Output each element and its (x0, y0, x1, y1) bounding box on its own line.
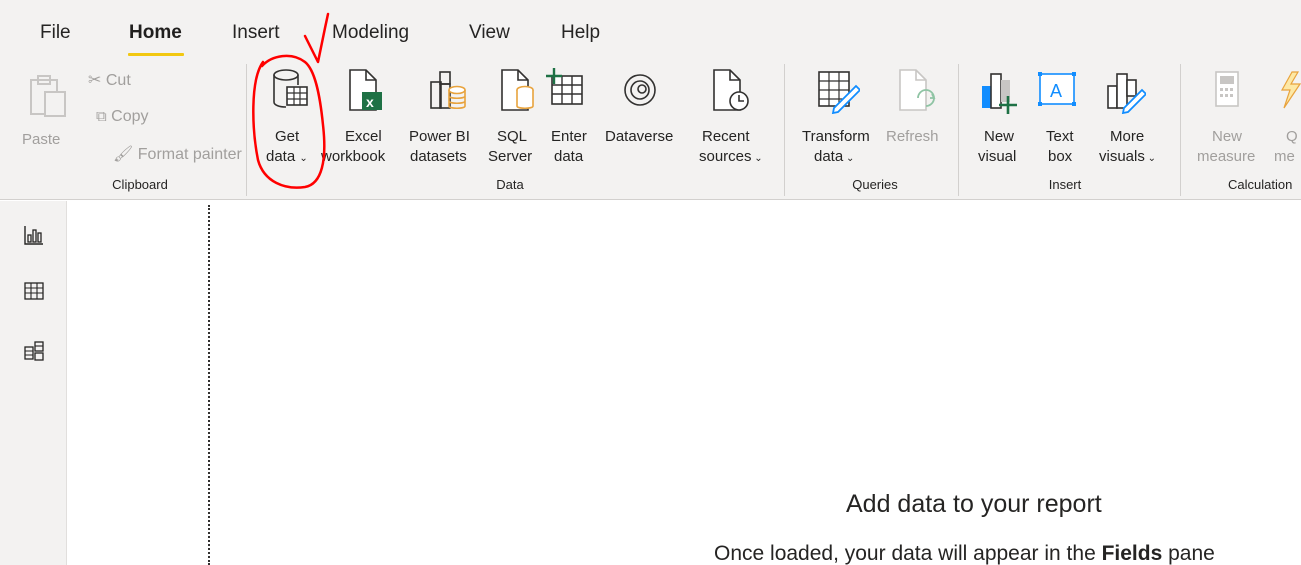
new-measure-label-line2: measure (1197, 148, 1256, 165)
quick-measure-button[interactable]: Q me (1266, 66, 1301, 170)
dataverse-label: Dataverse (605, 128, 674, 145)
format-painter-icon: 🖌 (113, 146, 134, 163)
empty-canvas-subtitle: Once loaded, your data will appear in th… (714, 542, 1215, 565)
get-data-button[interactable]: Get data ⌄ (260, 66, 322, 170)
database-icon (273, 69, 308, 108)
new-visual-icon (982, 73, 1017, 114)
tab-home[interactable]: Home (129, 22, 182, 44)
chevron-down-icon: ⌄ (1144, 153, 1157, 164)
paste-button[interactable]: Paste (18, 70, 78, 160)
ribbon: Paste ✂ Cut ⧉ Copy 🖌 Format painter Clip… (0, 60, 1301, 200)
insert-group-label: Insert (1048, 177, 1082, 192)
sql-label-line2: Server (488, 148, 533, 165)
excel-label-line2: workbook (321, 148, 386, 165)
transform-label-line2: data ⌄ (814, 148, 855, 165)
copy-button[interactable]: ⧉ Copy (96, 108, 149, 126)
recent-sources-label-line1: Recent (702, 128, 750, 145)
sql-server-button[interactable]: SQL Server (486, 66, 542, 170)
enter-data-label-line1: Enter (551, 128, 587, 145)
power-bi-label-line1: Power BI (409, 128, 470, 145)
calculator-icon (1215, 71, 1239, 107)
clipboard-group-label: Clipboard (112, 177, 168, 192)
transform-data-icon (818, 71, 860, 114)
excel-workbook-button[interactable]: x Excel workbook (321, 66, 406, 170)
group-divider (784, 64, 785, 196)
svg-text:A: A (1050, 81, 1062, 101)
get-data-label-line1: Get (275, 128, 300, 145)
copy-icon: ⧉ (96, 108, 107, 125)
excel-label-line1: Excel (345, 128, 382, 145)
enter-data-button[interactable]: Enter data (544, 66, 594, 170)
power-bi-datasets-button[interactable]: Power BI datasets (408, 66, 484, 170)
recent-sources-label-line2: sources ⌄ (699, 148, 763, 165)
dataverse-icon (624, 74, 656, 106)
more-visuals-label-line1: More (1110, 128, 1145, 145)
view-switcher (0, 201, 67, 565)
chevron-down-icon: ⌄ (843, 153, 855, 164)
quick-measure-label-line1: Q (1286, 128, 1298, 145)
recent-sources-button[interactable]: Recent sources ⌄ (694, 66, 766, 170)
report-view-icon[interactable] (22, 223, 46, 247)
more-visuals-icon (1107, 73, 1146, 114)
scissors-icon: ✂ (88, 72, 102, 89)
refresh-icon (899, 69, 936, 111)
sql-server-icon (501, 69, 534, 111)
power-bi-datasets-icon (430, 71, 466, 110)
svg-text:x: x (366, 94, 374, 110)
transform-data-button[interactable]: Transform data ⌄ (796, 66, 888, 170)
tab-insert[interactable]: Insert (232, 22, 280, 44)
chevron-down-icon: ⌄ (751, 153, 763, 164)
ribbon-tab-bar: File Home Insert Modeling View Help (0, 0, 1301, 60)
model-view-icon[interactable] (22, 339, 46, 363)
page-boundary-line (208, 205, 210, 565)
empty-canvas-title: Add data to your report (846, 490, 1102, 518)
tab-view[interactable]: View (469, 22, 510, 44)
active-tab-indicator (128, 53, 184, 56)
paste-label: Paste (22, 131, 61, 148)
tab-help[interactable]: Help (561, 22, 600, 44)
enter-data-icon (546, 68, 583, 105)
refresh-button[interactable]: Refresh (886, 66, 948, 170)
new-measure-button[interactable]: New measure (1194, 66, 1266, 170)
queries-group-label: Queries (852, 177, 898, 192)
group-divider (958, 64, 959, 196)
cut-label: Cut (105, 72, 131, 89)
calculations-group-label: Calculation (1228, 177, 1293, 192)
tab-modeling[interactable]: Modeling (332, 22, 409, 44)
enter-data-label-line2: data (554, 148, 584, 165)
power-bi-label-line2: datasets (410, 148, 467, 165)
format-painter-label: Format painter (137, 146, 242, 163)
group-divider (246, 64, 247, 196)
tab-file[interactable]: File (40, 22, 71, 44)
sql-label-line1: SQL (497, 128, 528, 145)
copy-label: Copy (111, 108, 149, 125)
new-visual-button[interactable]: New visual (972, 66, 1028, 170)
more-visuals-label-line2: visuals ⌄ (1099, 148, 1157, 165)
new-visual-label-line2: visual (978, 148, 1017, 165)
refresh-label: Refresh (886, 128, 939, 145)
data-group-label: Data (496, 177, 524, 192)
new-visual-label-line1: New (984, 128, 1015, 145)
cut-button[interactable]: ✂ Cut (88, 70, 131, 90)
get-data-label-line2: data ⌄ (266, 148, 308, 165)
chevron-down-icon: ⌄ (299, 153, 308, 164)
lightning-icon (1280, 71, 1301, 109)
paste-icon (30, 75, 66, 117)
quick-measure-label-line2: me (1274, 148, 1295, 165)
data-view-icon[interactable] (22, 279, 46, 303)
dataverse-button[interactable]: Dataverse (600, 66, 684, 170)
excel-icon: x (349, 69, 382, 111)
text-box-label-line2: box (1048, 148, 1073, 165)
more-visuals-button[interactable]: More visuals ⌄ (1088, 66, 1164, 170)
transform-label-line1: Transform (802, 128, 870, 145)
recent-sources-icon (713, 69, 749, 111)
text-box-icon: A (1038, 72, 1076, 106)
group-divider (1180, 64, 1181, 196)
new-measure-label-line1: New (1212, 128, 1243, 145)
text-box-button[interactable]: A Text box (1032, 66, 1084, 170)
text-box-label-line1: Text (1046, 128, 1074, 145)
format-painter-button[interactable]: 🖌 Format painter (113, 144, 242, 164)
